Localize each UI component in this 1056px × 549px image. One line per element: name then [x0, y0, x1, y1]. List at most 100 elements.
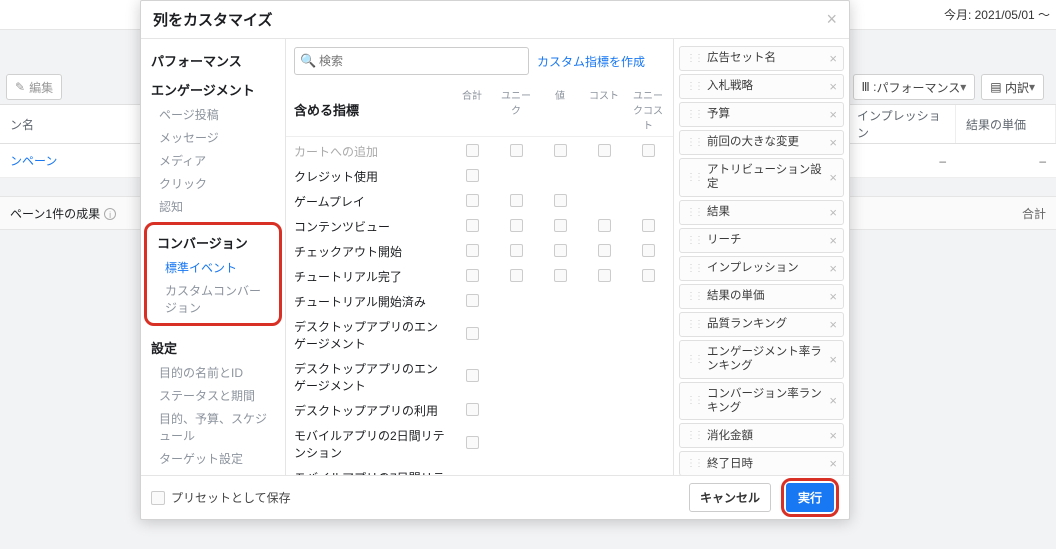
checkbox-icon[interactable] [466, 369, 479, 382]
remove-icon[interactable]: × [829, 393, 837, 408]
metric-checkbox-slot[interactable] [499, 244, 533, 260]
checkbox-icon[interactable] [642, 219, 655, 232]
metric-checkbox-slot[interactable] [455, 327, 489, 343]
nav-category[interactable]: 設定 [141, 332, 285, 361]
nav-sub-item[interactable]: メディア [141, 149, 285, 172]
checkbox-icon[interactable] [510, 219, 523, 232]
checkbox-icon[interactable] [554, 194, 567, 207]
metric-checkbox-slot[interactable] [543, 244, 577, 260]
nav-sub-item[interactable]: メッセージ [141, 126, 285, 149]
metric-checkbox-slot[interactable] [455, 294, 489, 310]
nav-sub-item[interactable]: 目的、予算、スケジュール [141, 407, 285, 447]
apply-button[interactable]: 実行 [786, 483, 834, 512]
selected-column-pill[interactable]: ⋮⋮リーチ× [679, 228, 844, 253]
metric-checkbox-slot[interactable] [455, 269, 489, 285]
remove-icon[interactable]: × [829, 135, 837, 150]
metric-checkbox-slot[interactable] [499, 144, 533, 160]
selected-columns-panel[interactable]: ⋮⋮広告セット名× ⋮⋮入札戦略× ⋮⋮予算× ⋮⋮前回の大きな変更× ⋮⋮アトリビュー… [674, 39, 849, 475]
nav-sub-item[interactable]: 標準イベント [147, 256, 279, 279]
metrics-list[interactable]: カートへの追加クレジット使用ゲームプレイコンテンツビューチェックアウト開始チュー… [286, 137, 673, 475]
selected-column-pill[interactable]: ⋮⋮予算× [679, 102, 844, 127]
metric-checkbox-slot[interactable] [631, 219, 665, 235]
nav-category[interactable]: エンゲージメント [141, 74, 285, 103]
remove-icon[interactable]: × [829, 79, 837, 94]
nav-sub-item[interactable]: 目的の名前とID [141, 361, 285, 384]
checkbox-icon[interactable] [466, 269, 479, 282]
metric-checkbox-slot[interactable] [543, 269, 577, 285]
nav-sub-item[interactable]: カスタムコンバージョン [147, 279, 279, 319]
checkbox-icon[interactable] [554, 244, 567, 257]
close-icon[interactable]: × [826, 9, 837, 30]
metric-checkbox-slot[interactable] [455, 369, 489, 385]
nav-category[interactable]: コンバージョン [147, 227, 279, 256]
checkbox-icon[interactable] [642, 244, 655, 257]
checkbox-icon[interactable] [466, 403, 479, 416]
nav-sub-item[interactable]: クリック [141, 172, 285, 195]
checkbox-icon[interactable] [642, 269, 655, 282]
checkbox-icon[interactable] [598, 244, 611, 257]
remove-icon[interactable]: × [829, 428, 837, 443]
metric-checkbox-slot[interactable] [455, 244, 489, 260]
selected-column-pill[interactable]: ⋮⋮アトリビューション設定× [679, 158, 844, 197]
metric-checkbox-slot[interactable] [631, 144, 665, 160]
nav-category[interactable]: パフォーマンス [141, 45, 285, 74]
remove-icon[interactable]: × [829, 456, 837, 471]
selected-column-pill[interactable]: ⋮⋮前回の大きな変更× [679, 130, 844, 155]
nav-sub-item[interactable]: ターゲット設定 [141, 447, 285, 470]
checkbox-icon[interactable] [466, 244, 479, 257]
metric-checkbox-slot[interactable] [587, 219, 621, 235]
selected-column-pill[interactable]: ⋮⋮広告セット名× [679, 46, 844, 71]
metric-checkbox-slot[interactable] [631, 269, 665, 285]
metric-checkbox-slot[interactable] [455, 403, 489, 419]
checkbox-icon[interactable] [598, 219, 611, 232]
checkbox-icon[interactable] [466, 219, 479, 232]
checkbox-icon[interactable] [554, 144, 567, 157]
checkbox-icon[interactable] [466, 294, 479, 307]
metric-checkbox-slot[interactable] [543, 144, 577, 160]
drag-handle-icon[interactable]: ⋮⋮ [686, 109, 702, 120]
selected-column-pill[interactable]: ⋮⋮コンバージョン率ランキング× [679, 382, 844, 421]
checkbox-icon[interactable] [466, 144, 479, 157]
checkbox-icon[interactable] [598, 144, 611, 157]
cancel-button[interactable]: キャンセル [689, 483, 771, 512]
metric-checkbox-slot[interactable] [499, 269, 533, 285]
checkbox-icon[interactable] [466, 194, 479, 207]
selected-column-pill[interactable]: ⋮⋮消化金額× [679, 423, 844, 448]
search-input[interactable] [294, 47, 529, 75]
metric-checkbox-slot[interactable] [543, 194, 577, 210]
checkbox-icon[interactable] [510, 244, 523, 257]
remove-icon[interactable]: × [829, 205, 837, 220]
drag-handle-icon[interactable]: ⋮⋮ [686, 354, 702, 365]
selected-column-pill[interactable]: ⋮⋮結果の単価× [679, 284, 844, 309]
nav-sub-item[interactable]: ステータスと期間 [141, 384, 285, 407]
remove-icon[interactable]: × [829, 289, 837, 304]
metric-checkbox-slot[interactable] [631, 244, 665, 260]
metric-checkbox-slot[interactable] [455, 169, 489, 185]
drag-handle-icon[interactable]: ⋮⋮ [686, 263, 702, 274]
metric-checkbox-slot[interactable] [499, 194, 533, 210]
selected-column-pill[interactable]: ⋮⋮入札戦略× [679, 74, 844, 99]
checkbox-icon[interactable] [510, 269, 523, 282]
selected-column-pill[interactable]: ⋮⋮品質ランキング× [679, 312, 844, 337]
remove-icon[interactable]: × [829, 51, 837, 66]
metric-checkbox-slot[interactable] [587, 244, 621, 260]
selected-column-pill[interactable]: ⋮⋮エンゲージメント率ランキング× [679, 340, 844, 379]
remove-icon[interactable]: × [829, 317, 837, 332]
drag-handle-icon[interactable]: ⋮⋮ [686, 207, 702, 218]
metric-checkbox-slot[interactable] [455, 436, 489, 452]
checkbox-icon[interactable] [466, 436, 479, 449]
nav-sub-item[interactable]: 認知 [141, 195, 285, 218]
drag-handle-icon[interactable]: ⋮⋮ [686, 235, 702, 246]
drag-handle-icon[interactable]: ⋮⋮ [686, 458, 702, 469]
metric-checkbox-slot[interactable] [455, 144, 489, 160]
checkbox-icon[interactable] [554, 269, 567, 282]
create-custom-metric-link[interactable]: カスタム指標を作成 [537, 53, 645, 70]
checkbox-icon[interactable] [598, 269, 611, 282]
drag-handle-icon[interactable]: ⋮⋮ [686, 291, 702, 302]
checkbox-icon[interactable] [466, 169, 479, 182]
drag-handle-icon[interactable]: ⋮⋮ [686, 172, 702, 183]
checkbox-icon[interactable] [510, 144, 523, 157]
selected-column-pill[interactable]: ⋮⋮結果× [679, 200, 844, 225]
drag-handle-icon[interactable]: ⋮⋮ [686, 319, 702, 330]
checkbox-icon[interactable] [466, 327, 479, 340]
